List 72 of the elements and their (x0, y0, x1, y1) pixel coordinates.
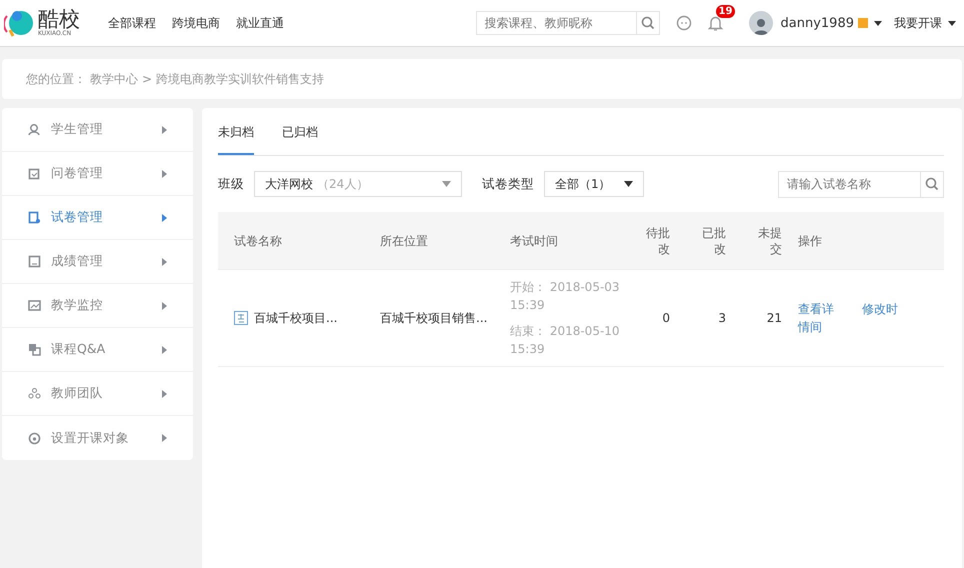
paper-search-field[interactable]: 请输入试卷名称 (778, 170, 920, 198)
arrow-icon (162, 126, 167, 134)
open-course-menu[interactable]: 我要开课 (894, 14, 956, 32)
search-icon (925, 177, 939, 191)
search-field[interactable]: 搜索课程、教师昵称 (476, 11, 636, 35)
logo-text: 酷校 (38, 9, 80, 30)
avatar[interactable] (748, 11, 773, 35)
class-select[interactable]: 大洋网校 （24人） (254, 171, 462, 197)
column-header: 操作 (798, 232, 822, 248)
sidebar-item[interactable]: 成绩管理 (2, 240, 193, 284)
qa-icon (28, 343, 41, 356)
breadcrumb-separator: > (142, 72, 152, 86)
target-icon (28, 432, 41, 444)
table-cell: 百城千校项目... (254, 310, 338, 326)
sidebar-item[interactable]: 学生管理 (2, 108, 193, 152)
arrow-icon (162, 214, 167, 222)
breadcrumb-link[interactable]: 跨境电商教学实训软件销售支持 (156, 70, 324, 88)
type-label: 试卷类型 (482, 176, 534, 192)
column-header: 考试时间 (510, 232, 558, 248)
search-button[interactable] (920, 170, 944, 198)
nav-link[interactable]: 就业直通 (236, 14, 284, 32)
table-cell: 0 (662, 311, 670, 325)
breadcrumb-link[interactable]: 教学中心 (90, 70, 138, 88)
bell-icon (708, 15, 723, 31)
column-header: 未提交 (758, 224, 782, 256)
table-cell: 百城千校项目销售... (380, 310, 488, 326)
sidebar-item[interactable]: 教学监控 (2, 284, 193, 328)
sidebar-item[interactable]: 问卷管理 (2, 152, 193, 196)
score-icon (28, 255, 41, 268)
table-cell: 3 (718, 311, 726, 325)
caret-icon (442, 181, 451, 187)
username: danny1989 (780, 16, 854, 30)
search-icon (640, 16, 655, 30)
nav-link[interactable]: 跨境电商 (172, 14, 220, 32)
column-header: 所在位置 (380, 232, 428, 248)
user-menu-caret[interactable] (874, 20, 882, 26)
arrow-icon (162, 258, 167, 266)
arrow-icon (162, 170, 167, 178)
column-header: 试卷名称 (234, 232, 282, 248)
tab[interactable]: 已归档 (282, 124, 318, 155)
action-link[interactable]: 修改时 (862, 300, 898, 318)
exam-icon (234, 311, 248, 325)
type-select[interactable]: 全部（1） (544, 171, 644, 197)
table-cell: 21 (766, 311, 782, 325)
start-time: 开始： 2018-05-03 15:39 (510, 279, 621, 314)
notification-count: 19 (716, 5, 736, 18)
arrow-icon (162, 346, 167, 354)
caret-icon (624, 181, 633, 187)
paper-icon (28, 211, 41, 224)
sidebar-item[interactable]: 设置开课对象 (2, 416, 193, 460)
breadcrumb-label: 您的位置： (26, 70, 86, 88)
action-link[interactable]: 查看详情间 (798, 300, 836, 336)
arrow-icon (162, 390, 167, 398)
sidebar-item[interactable]: 试卷管理 (2, 196, 193, 240)
chart-icon (28, 299, 41, 312)
sidebar-item[interactable]: 课程Q&A (2, 328, 193, 372)
column-header: 待批改 (646, 224, 670, 256)
tab[interactable]: 未归档 (218, 124, 254, 155)
user-icon (28, 123, 41, 136)
column-header: 已批改 (702, 224, 726, 256)
chat-icon (676, 15, 692, 31)
chat-button[interactable] (676, 15, 692, 31)
arrow-icon (162, 302, 167, 310)
class-label: 班级 (218, 176, 244, 192)
sidebar-item[interactable]: 教师团队 (2, 372, 193, 416)
search-button[interactable] (636, 11, 660, 35)
notification-button[interactable] (708, 15, 723, 31)
end-time: 结束： 2018-05-10 15:39 (510, 323, 621, 358)
nav-link[interactable]: 全部课程 (108, 14, 156, 32)
clipboard-icon (28, 167, 41, 180)
team-icon (28, 387, 41, 400)
arrow-icon (162, 434, 167, 442)
